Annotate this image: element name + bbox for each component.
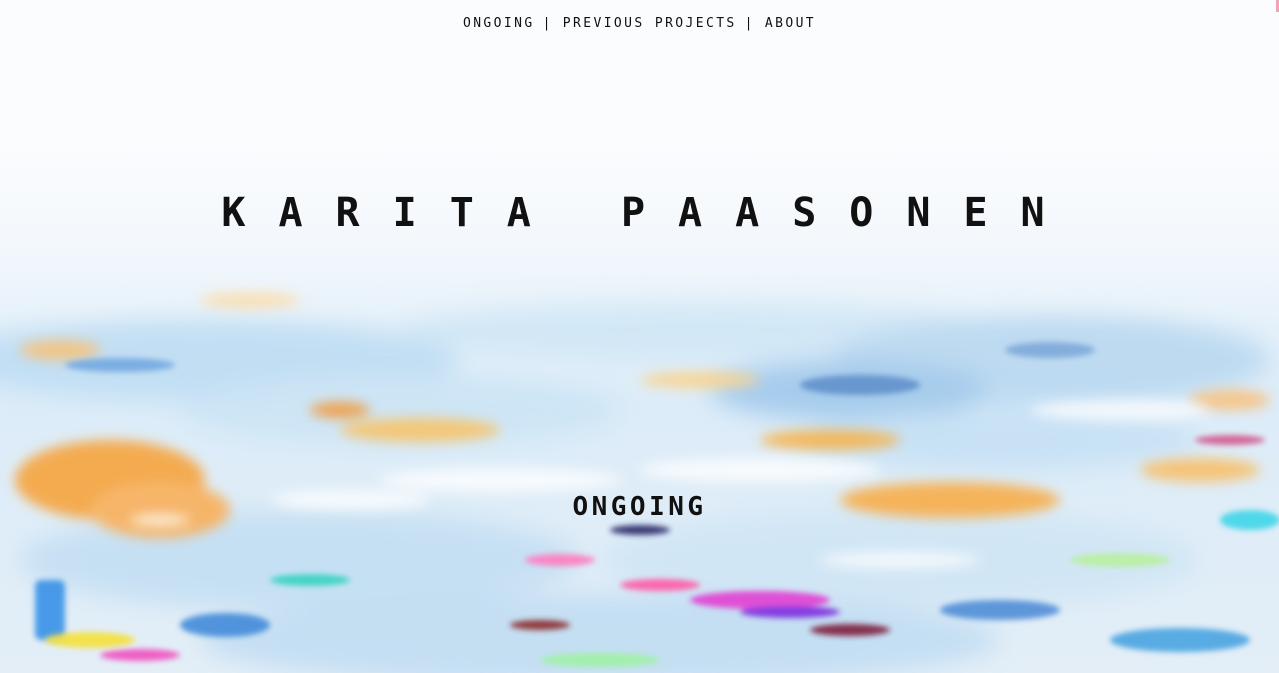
site-title: KARITA PAASONEN [221, 190, 1078, 236]
top-navigation: ONGOING | PREVIOUS PROJECTS | ABOUT [0, 16, 1279, 31]
painted-background-image [0, 0, 1279, 673]
nav-item-about[interactable]: ABOUT [765, 16, 816, 31]
nav-item-previous-projects[interactable]: PREVIOUS PROJECTS [563, 16, 737, 31]
nav-separator: | [744, 16, 755, 31]
section-heading-ongoing[interactable]: ONGOING [0, 492, 1279, 522]
nav-separator: | [542, 16, 553, 31]
page: ONGOING | PREVIOUS PROJECTS | ABOUT KARITA P… [0, 0, 1279, 673]
nav-item-ongoing[interactable]: ONGOING [463, 16, 535, 31]
